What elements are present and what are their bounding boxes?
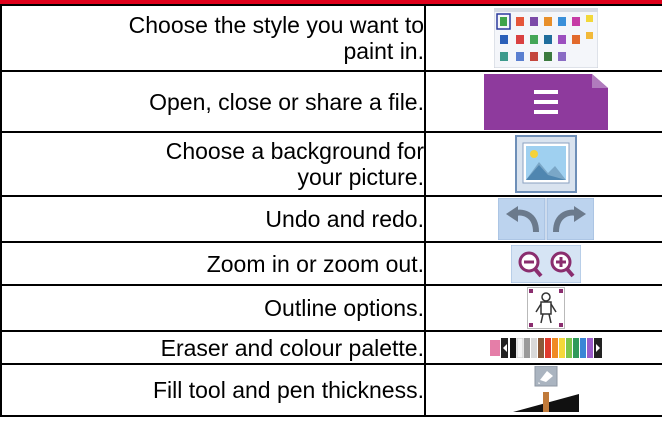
row-label: Eraser and colour palette. xyxy=(160,334,424,361)
table-row: Undo and redo. xyxy=(0,195,662,243)
zoom-icon xyxy=(511,244,581,283)
table-row: Eraser and colour palette. xyxy=(0,330,662,365)
row-label: Choose the style you want to paint in. xyxy=(128,12,424,64)
table-row: Open, close or share a file. xyxy=(0,70,662,133)
background-picture-icon xyxy=(515,135,577,193)
style-gallery-icon xyxy=(494,8,598,68)
row-label: Choose a background for your picture. xyxy=(165,138,424,190)
row-label: Outline options. xyxy=(264,295,424,321)
table-row: Outline options. xyxy=(0,284,662,332)
row-label: Open, close or share a file. xyxy=(149,88,424,115)
row-label: Fill tool and pen thickness. xyxy=(152,377,424,403)
outline-figure-icon xyxy=(527,287,565,329)
row-label: Zoom in or zoom out. xyxy=(206,250,424,277)
table-row: Choose the style you want to paint in. xyxy=(0,4,662,72)
table-row: Zoom in or zoom out. xyxy=(0,241,662,286)
tools-guide-table: Choose the style you want to paint in. O… xyxy=(0,4,662,417)
eraser-palette-icon xyxy=(490,337,602,358)
table-row: Choose a background for your picture. xyxy=(0,131,662,197)
row-label: Undo and redo. xyxy=(265,206,424,232)
fill-pen-thickness-icon xyxy=(513,366,579,412)
table-row: Fill tool and pen thickness. xyxy=(0,363,662,417)
undo-redo-icon xyxy=(498,198,594,240)
file-menu-icon xyxy=(484,73,608,130)
